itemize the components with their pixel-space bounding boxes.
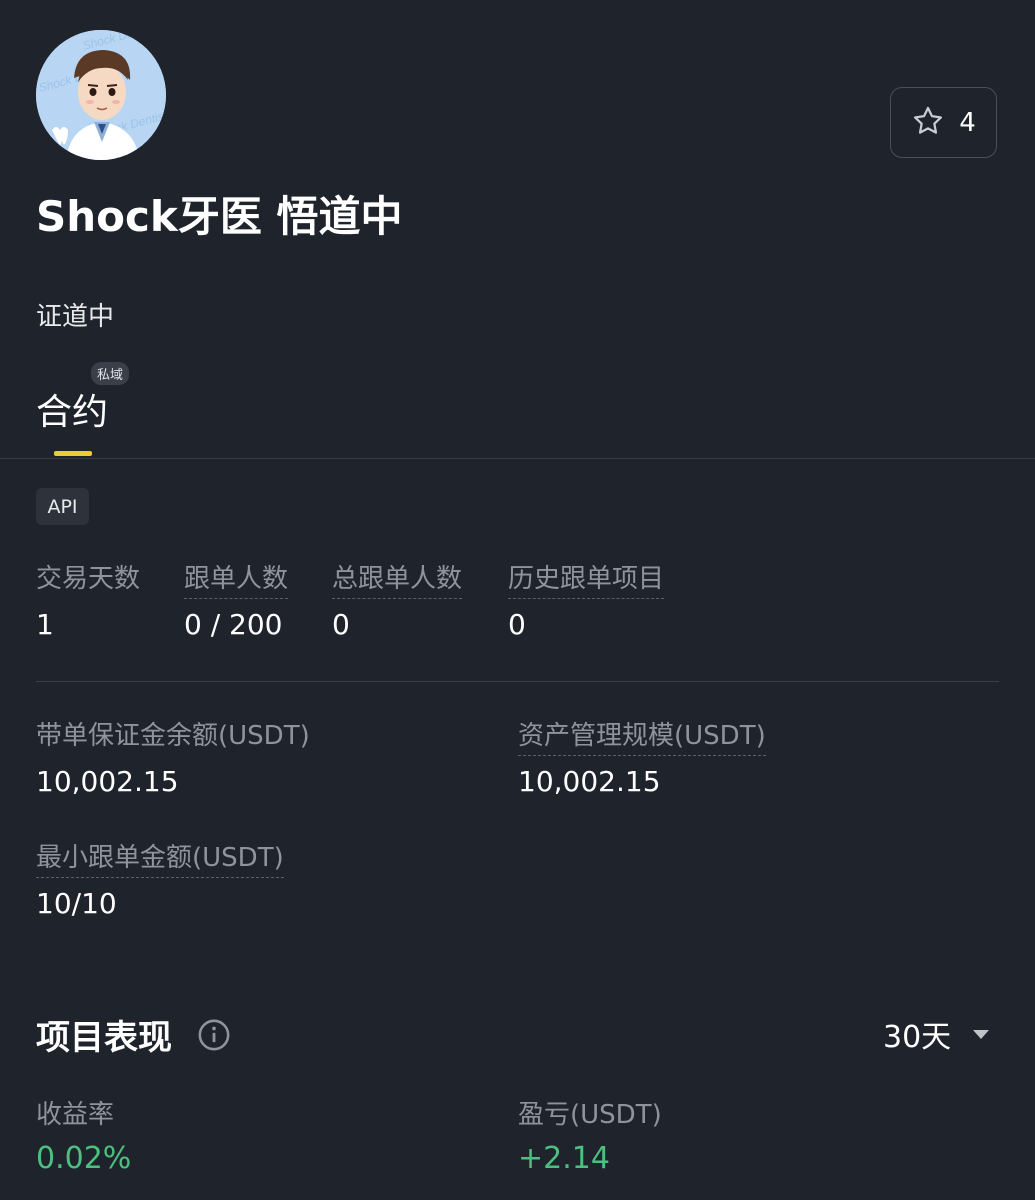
stats-divider xyxy=(36,681,999,682)
period-select[interactable]: 30天 xyxy=(883,1012,951,1056)
favorite-button[interactable]: 4 xyxy=(890,87,997,158)
avatar[interactable]: Shock Dentist Shock Dentist Shock Dentis… xyxy=(36,30,166,160)
stat-value-total-followers: 0 xyxy=(332,608,350,641)
pnl-label: 盈亏(USDT) xyxy=(518,1100,662,1130)
roi-value: 0.02% xyxy=(36,1141,132,1176)
stat-label-history-projects[interactable]: 历史跟单项目 xyxy=(508,558,665,599)
roi-label: 收益率 xyxy=(36,1100,115,1130)
margin-balance-label: 带单保证金余额(USDT) xyxy=(36,721,310,751)
pnl-value: +2.14 xyxy=(518,1141,610,1176)
star-icon xyxy=(911,104,945,142)
caret-down-icon[interactable] xyxy=(972,1026,990,1045)
tab-contract[interactable]: 合约 xyxy=(36,383,108,435)
stat-label-trading-days: 交易天数 xyxy=(36,564,141,594)
api-tag: API xyxy=(36,488,89,525)
aum-label[interactable]: 资产管理规模(USDT) xyxy=(518,715,766,756)
stat-label-total-followers[interactable]: 总跟单人数 xyxy=(332,558,463,599)
performance-title: 项目表现 xyxy=(36,1018,172,1058)
tab-divider xyxy=(0,458,1035,459)
stat-value-trading-days: 1 xyxy=(36,608,54,641)
stat-label-followers[interactable]: 跟单人数 xyxy=(184,558,289,599)
favorite-count: 4 xyxy=(959,107,976,138)
min-copy-label[interactable]: 最小跟单金额(USDT) xyxy=(36,837,284,878)
aum-value: 10,002.15 xyxy=(518,765,661,798)
trader-name: Shock牙医 悟道中 xyxy=(36,192,403,241)
tab-active-indicator xyxy=(54,451,92,456)
margin-balance-value: 10,002.15 xyxy=(36,765,179,798)
min-copy-value: 10/10 xyxy=(36,887,117,920)
trader-bio: 证道中 xyxy=(36,302,115,332)
private-badge: 私域 xyxy=(91,362,130,385)
stat-value-followers: 0 / 200 xyxy=(184,608,283,641)
stat-value-history-projects: 0 xyxy=(508,608,526,641)
info-icon[interactable] xyxy=(197,1018,231,1056)
